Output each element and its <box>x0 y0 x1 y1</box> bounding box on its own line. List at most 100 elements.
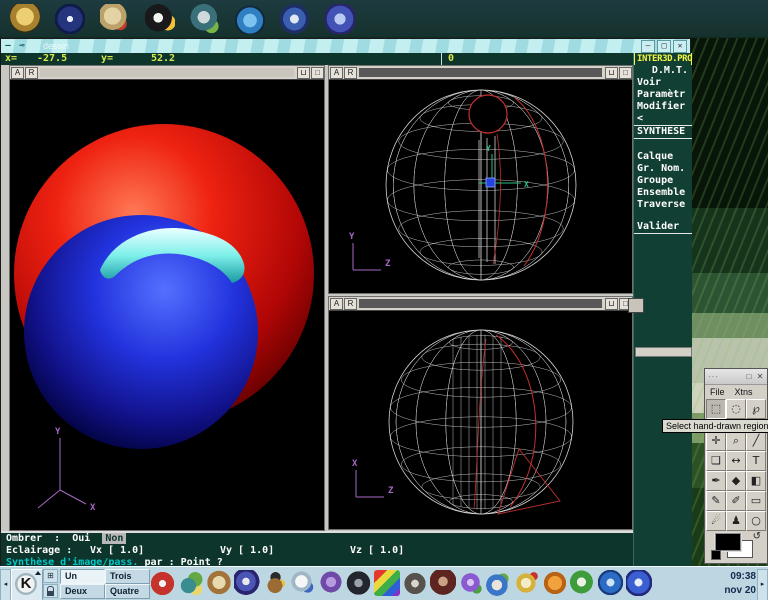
vy-value[interactable]: Vy [ 1.0] <box>220 545 350 557</box>
clone-tool[interactable]: ♟ <box>726 511 746 531</box>
minimize-button[interactable]: – <box>641 40 655 53</box>
window-list-button[interactable]: ⊞ <box>43 569 58 583</box>
free-select-tool[interactable]: ℘ <box>746 399 766 419</box>
toolbox-titlebar[interactable]: ··· □ ✕ <box>705 369 767 385</box>
ant-icon[interactable] <box>235 4 265 34</box>
vx-value[interactable]: Vx [ 1.0] <box>90 545 220 557</box>
viewport-r-button[interactable]: R <box>344 298 357 310</box>
viewport-wire-top[interactable]: A R ⊔ □ X Z <box>328 296 633 530</box>
vz-value[interactable]: Vz [ 1.0] <box>350 545 404 556</box>
airbrush-tool[interactable]: ☄ <box>706 511 726 531</box>
ellipse-select-tool[interactable]: ◌ <box>726 399 746 419</box>
menu-item-parametr[interactable]: Paramètr <box>634 89 692 101</box>
viewport-shaded[interactable]: A R ⊔ □ <box>9 65 325 531</box>
palm-desktop-icon[interactable] <box>178 570 204 596</box>
menu-item-synthese[interactable]: SYNTHESE <box>634 125 692 139</box>
viewport-restore-button[interactable]: ⊔ <box>605 298 618 310</box>
ombrer-non-option[interactable]: Non <box>102 533 126 544</box>
maximize-button[interactable]: □ <box>657 40 671 53</box>
move-tool[interactable]: ✛ <box>706 431 726 451</box>
desktop-un[interactable]: Un <box>60 569 105 584</box>
blend-tool[interactable]: ◧ <box>746 471 766 491</box>
convolve-tool[interactable]: ○ <box>746 511 766 531</box>
desktop-quatre[interactable]: Quatre <box>105 584 150 599</box>
viewport-restore-button[interactable]: ⊔ <box>297 67 310 79</box>
menu-item-gr-nom[interactable]: Gr. Nom. <box>634 163 692 175</box>
window-titlebar[interactable]: ‒ ⊸ dessin – □ ✕ <box>1 39 690 54</box>
paint-app-icon[interactable] <box>626 570 652 596</box>
color-palette-icon[interactable] <box>374 570 400 596</box>
menu-item-valider[interactable]: Valider <box>634 221 692 234</box>
viewport-r-button[interactable]: R <box>344 67 357 79</box>
menu-item-dmt[interactable]: D.M.T. <box>634 65 692 77</box>
desktop-deux[interactable]: Deux <box>60 584 105 599</box>
sports-logo-icon[interactable] <box>55 4 85 34</box>
file-cabinet-icon[interactable] <box>206 570 232 596</box>
menu-item-groupe[interactable]: Groupe <box>634 175 692 187</box>
rect-select-tool[interactable]: ⬚ <box>706 399 726 419</box>
transform-tool[interactable]: ❏ <box>706 451 726 471</box>
menu-scroll-button[interactable] <box>635 347 692 357</box>
lock-screen-button[interactable] <box>43 584 58 598</box>
viewport-wire-front[interactable]: A R ⊔ □ Y X <box>328 65 633 294</box>
toolbox-icon[interactable] <box>262 570 288 596</box>
viewport-restore-button[interactable]: ⊔ <box>605 67 618 79</box>
default-colors-icon[interactable] <box>711 550 721 560</box>
menu-item-voir[interactable]: Voir <box>634 77 692 89</box>
foreground-color-swatch[interactable] <box>715 533 741 551</box>
flip-tool[interactable]: ↔ <box>726 451 746 471</box>
home-builder-icon[interactable] <box>190 4 220 34</box>
k-menu-button[interactable]: K <box>11 569 43 600</box>
orange-pencil-icon[interactable] <box>542 570 568 596</box>
ombrer-oui-option[interactable]: Oui <box>72 533 90 544</box>
pencil-tool[interactable]: ✎ <box>706 491 726 511</box>
ship-wheel-icon[interactable] <box>234 570 260 596</box>
portrait-photo-icon[interactable] <box>430 570 456 596</box>
magnify-tool[interactable]: ⌕ <box>726 431 746 451</box>
text-tool[interactable]: T <box>746 451 766 471</box>
file-menu[interactable]: File <box>705 387 730 397</box>
penguin-icon[interactable] <box>145 4 175 34</box>
panel-hide-left-button[interactable]: ◂ <box>0 569 11 600</box>
menu-item-traverse[interactable]: Traverse <box>634 199 692 211</box>
quill-pen-icon[interactable] <box>514 570 540 596</box>
eraser-tool[interactable]: ▭ <box>746 491 766 511</box>
menu-item-calque[interactable]: Calque <box>634 151 692 163</box>
pen-icon[interactable] <box>280 4 310 34</box>
swap-colors-icon[interactable]: ↺ <box>753 531 761 542</box>
pin-icon[interactable]: ⊸ <box>15 41 29 51</box>
gimp-icon[interactable] <box>402 570 428 596</box>
desktop-trois[interactable]: Trois <box>105 569 150 584</box>
stamp-icon[interactable] <box>325 4 355 34</box>
viewport-a-button[interactable]: A <box>11 67 24 79</box>
home-globe-icon[interactable] <box>486 570 512 596</box>
viewport-a-button[interactable]: A <box>330 67 343 79</box>
panel-hide-right-button[interactable]: ▸ <box>757 569 768 600</box>
flower-graphics-icon[interactable] <box>458 570 484 596</box>
close-button[interactable]: ✕ <box>673 40 687 53</box>
wireframe-front-canvas[interactable]: Y X Y Z <box>329 80 632 294</box>
wireframe-top-canvas[interactable]: X Z <box>329 311 632 530</box>
leaf-notes-icon[interactable] <box>570 570 596 596</box>
shade-icon[interactable]: ‒ <box>1 41 15 51</box>
3d-logo-icon[interactable] <box>346 570 372 596</box>
viewport-r-button[interactable]: R <box>25 67 38 79</box>
red-book-icon[interactable] <box>150 570 176 596</box>
shaded-canvas[interactable]: Y X <box>10 80 324 531</box>
crop-tool[interactable]: ╱ <box>746 431 766 451</box>
package-icon[interactable] <box>10 4 40 34</box>
pane-resize-handle[interactable] <box>628 298 644 313</box>
bucket-fill-tool[interactable]: ◆ <box>726 471 746 491</box>
molecule-icon[interactable] <box>318 570 344 596</box>
viewport-max-button[interactable]: □ <box>619 67 632 79</box>
color-picker-tool[interactable]: ✒ <box>706 471 726 491</box>
toolbox-close-button[interactable]: ✕ <box>755 372 765 382</box>
find-document-icon[interactable] <box>290 570 316 596</box>
menu-item-ensemble[interactable]: Ensemble <box>634 187 692 199</box>
viewport-a-button[interactable]: A <box>330 298 343 310</box>
paintbrush-tool[interactable]: ✐ <box>726 491 746 511</box>
menu-item-modifier[interactable]: Modifier <box>634 101 692 113</box>
xtns-menu[interactable]: Xtns <box>730 387 758 397</box>
toolbox-maximize-button[interactable]: □ <box>744 372 754 382</box>
globe-cd-icon[interactable] <box>598 570 624 596</box>
